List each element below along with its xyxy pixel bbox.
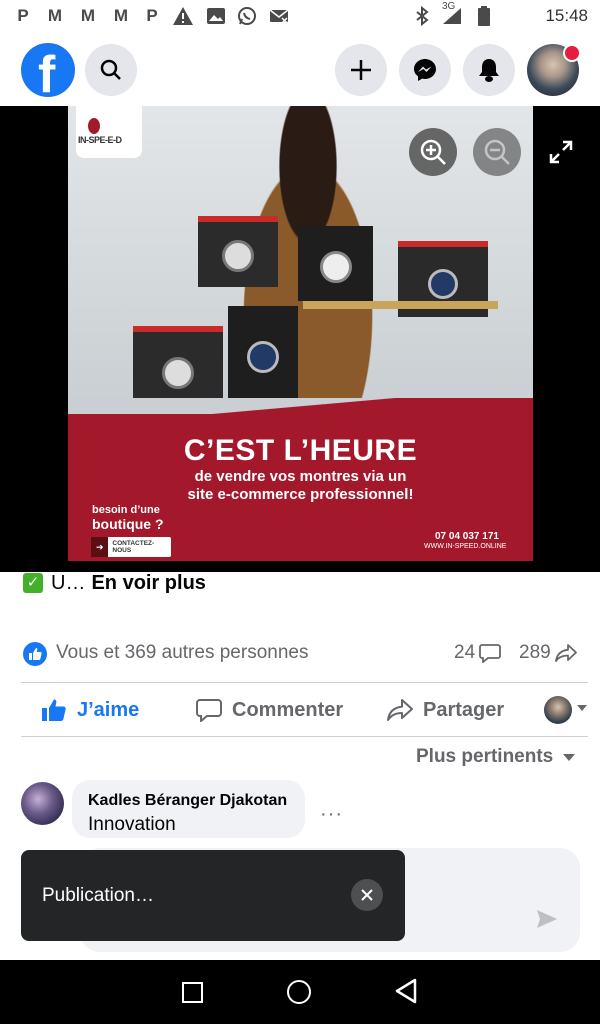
brand-name: IN-SPE-E-D xyxy=(78,135,122,145)
status-bar: P M M M P 3G 15:48 xyxy=(0,0,600,34)
ad-boutique-line-2: boutique ? xyxy=(92,516,164,532)
caption-text: U… xyxy=(51,571,86,594)
chevron-down-icon xyxy=(563,753,576,761)
watch-box xyxy=(198,216,278,287)
sort-label: Plus pertinents xyxy=(416,746,554,767)
watch-box xyxy=(228,306,298,401)
share-label: Partager xyxy=(423,698,505,721)
back-button[interactable] xyxy=(394,978,418,1009)
signal-icon xyxy=(442,6,462,26)
arrow-right-icon: ➔ xyxy=(91,537,109,557)
shares-count[interactable]: 289 xyxy=(519,642,577,664)
battery-icon xyxy=(475,6,493,26)
expand-icon xyxy=(549,140,573,164)
gmail-notification-icon: M xyxy=(47,6,63,25)
zoom-in-icon xyxy=(420,139,446,165)
bluetooth-icon xyxy=(413,6,431,26)
ad-subline-1: de vendre vos montres via un xyxy=(194,468,407,485)
clock: 15:48 xyxy=(545,6,588,25)
comment-label: Commenter xyxy=(232,698,344,721)
toast-close-button[interactable] xyxy=(351,879,383,911)
comment-bubble-icon xyxy=(479,644,502,663)
see-more-link[interactable]: En voir plus xyxy=(91,572,205,595)
comment-author[interactable]: Kadles Béranger Djakotan xyxy=(88,792,287,810)
profile-avatar[interactable] xyxy=(527,44,581,96)
fullscreen-button[interactable] xyxy=(548,139,574,165)
back-triangle-icon xyxy=(395,978,417,1004)
mail-off-icon xyxy=(268,6,290,26)
bell-icon xyxy=(479,59,499,82)
toast-text: Publication… xyxy=(42,885,154,906)
share-arrow-icon xyxy=(554,644,577,662)
messenger-icon xyxy=(414,59,436,81)
ad-headline: C’EST L’HEURE xyxy=(183,434,418,467)
watch-box xyxy=(298,226,373,301)
messenger-button[interactable] xyxy=(399,44,451,96)
ad-subline-2: site e-commerce professionnel! xyxy=(187,486,414,503)
brand-logo: IN-SPE-E-D xyxy=(76,106,142,158)
facebook-logo[interactable]: f xyxy=(21,43,75,97)
gmail-notification-icon: M xyxy=(80,6,96,25)
comment-bubble: Kadles Béranger Djakotan Innovation xyxy=(72,780,305,838)
send-icon[interactable] xyxy=(536,909,558,934)
caret-down-icon[interactable] xyxy=(577,705,587,711)
comment-sort-dropdown[interactable]: Plus pertinents xyxy=(416,746,576,768)
close-icon xyxy=(361,889,373,901)
android-navigation-bar xyxy=(0,960,600,1024)
ad-phone: 07 04 037 171 xyxy=(435,531,499,542)
whatsapp-icon xyxy=(236,6,258,26)
create-button[interactable] xyxy=(335,44,387,96)
reactions-summary[interactable]: Vous et 369 autres personnes xyxy=(56,642,308,664)
comments-count-value: 24 xyxy=(454,642,476,663)
post-caption: ✓ U… En voir plus xyxy=(23,572,206,594)
ad-cta-label: CONTACTEZ-NOUS xyxy=(112,540,155,554)
comment-button[interactable]: Commenter xyxy=(196,694,343,726)
like-button[interactable]: J’aime xyxy=(41,694,139,726)
recent-apps-button[interactable] xyxy=(182,982,203,1003)
p-notification-icon: P xyxy=(146,6,158,25)
divider xyxy=(21,736,588,737)
reaction-identity-avatar[interactable] xyxy=(544,696,572,724)
image-icon xyxy=(205,6,227,26)
home-button[interactable] xyxy=(287,980,311,1004)
search-icon xyxy=(100,59,121,80)
ad-website: WWW.IN-SPEED.ONLINE xyxy=(424,543,507,550)
ad-image[interactable]: IN-SPE-E-D C’EST L’HEURE de vendre vos m… xyxy=(68,106,533,561)
zoom-out-button[interactable] xyxy=(473,128,521,176)
more-options-icon[interactable]: ··· xyxy=(320,803,343,826)
comment-text: Innovation xyxy=(88,814,176,835)
p-notification-icon: P xyxy=(17,6,29,25)
comments-count[interactable]: 24 xyxy=(454,642,502,664)
warning-icon xyxy=(172,6,194,26)
like-reaction-icon xyxy=(23,642,47,666)
divider xyxy=(21,682,588,683)
plus-icon xyxy=(351,60,371,80)
share-icon xyxy=(387,699,413,721)
ad-contact-button: ➔ CONTACTEZ-NOUS xyxy=(91,537,171,557)
notification-dot xyxy=(563,44,581,62)
comment-icon xyxy=(196,699,222,722)
torn-edge xyxy=(68,398,533,414)
thumbs-up-icon xyxy=(42,699,66,721)
check-mark-icon: ✓ xyxy=(23,573,43,593)
like-label: J’aime xyxy=(77,698,140,721)
commenter-avatar[interactable] xyxy=(21,782,64,825)
ad-boutique-line-1: besoin d’une xyxy=(92,504,160,516)
publishing-toast: Publication… xyxy=(21,850,405,941)
notifications-button[interactable] xyxy=(463,44,515,96)
shares-count-value: 289 xyxy=(519,642,551,663)
zoom-in-button[interactable] xyxy=(409,128,457,176)
share-button[interactable]: Partager xyxy=(387,694,504,726)
bulb-icon xyxy=(88,118,100,134)
search-button[interactable] xyxy=(85,44,137,96)
gmail-notification-icon: M xyxy=(113,6,129,25)
zoom-out-icon xyxy=(484,139,510,165)
